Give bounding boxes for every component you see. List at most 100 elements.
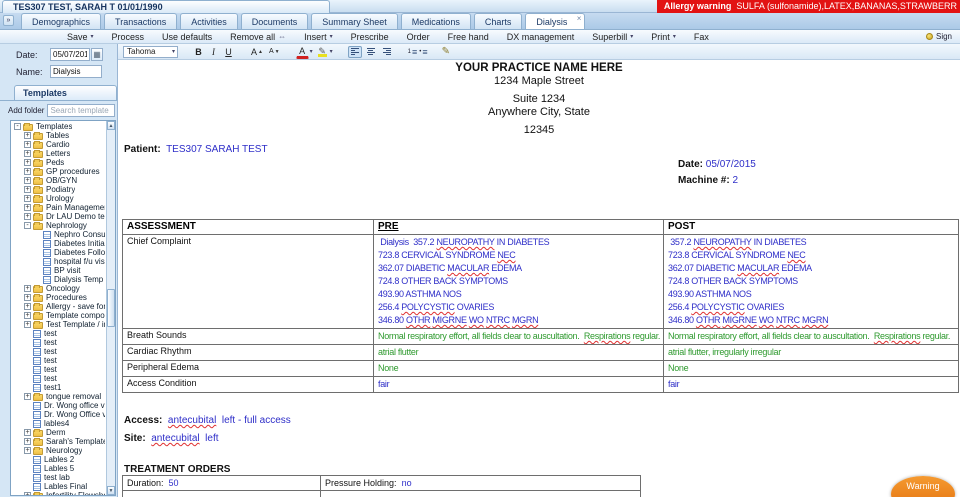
toolbar-fax-button[interactable]: Fax bbox=[685, 32, 718, 42]
tree-item-ob-gyn[interactable]: + OB/GYN bbox=[11, 176, 105, 185]
italic-button[interactable]: I bbox=[207, 45, 220, 58]
highlight-caret-icon[interactable]: ▾ bbox=[330, 48, 333, 55]
tree-item-allergy-save-for-later[interactable]: + Allergy - save for later bbox=[11, 302, 105, 311]
tree-item-bp-visit[interactable]: BP visit bbox=[11, 266, 105, 275]
tree-item-procedures[interactable]: + Procedures bbox=[11, 293, 105, 302]
pre-value-breath-sounds[interactable]: Normal respiratory effort, all fields cl… bbox=[373, 328, 664, 345]
tree-item-peds[interactable]: + Peds bbox=[11, 158, 105, 167]
font-color-button[interactable]: A bbox=[295, 45, 309, 59]
align-left-button[interactable] bbox=[347, 45, 362, 58]
tree-item-dr-wong-office-visit[interactable]: Dr. Wong office visit bbox=[11, 401, 105, 410]
tree-item-dialysis-temp-1[interactable]: Dialysis Temp 1 bbox=[11, 275, 105, 284]
template-name-input[interactable] bbox=[50, 65, 102, 78]
toolbar-save-button[interactable]: Save ▾ bbox=[58, 32, 103, 42]
expand-icon[interactable]: + bbox=[24, 447, 31, 454]
tree-item-diabetes-initial[interactable]: Diabetes Initial bbox=[11, 239, 105, 248]
expand-icon[interactable]: + bbox=[24, 438, 31, 445]
tree-item-lables-final[interactable]: Lables Final bbox=[11, 482, 105, 491]
align-center-button[interactable] bbox=[364, 46, 378, 58]
post-value-access-condition[interactable]: fair bbox=[663, 376, 959, 393]
tree-item-templates[interactable]: - Templates bbox=[11, 122, 105, 131]
expand-icon[interactable]: + bbox=[24, 204, 31, 211]
expand-icon[interactable]: + bbox=[24, 393, 31, 400]
tree-item-test[interactable]: test bbox=[11, 338, 105, 347]
expand-icon[interactable]: + bbox=[24, 141, 31, 148]
tree-item-test[interactable]: test bbox=[11, 356, 105, 365]
tree-item-test1[interactable]: test1 bbox=[11, 383, 105, 392]
grow-font-button[interactable]: A ▲ bbox=[249, 45, 265, 58]
tab-summary-sheet[interactable]: Summary Sheet bbox=[311, 13, 398, 29]
machine-value[interactable]: 2 bbox=[732, 175, 738, 186]
site-value[interactable]: antecubital left bbox=[148, 433, 218, 444]
tab-charts[interactable]: Charts bbox=[473, 13, 523, 29]
toolbar-print-button[interactable]: Print ▾ bbox=[642, 32, 685, 42]
expand-icon[interactable]: + bbox=[24, 303, 31, 310]
tree-item-urology[interactable]: + Urology bbox=[11, 194, 105, 203]
tree-item-tables[interactable]: + Tables bbox=[11, 131, 105, 140]
tree-item-nephro-consult[interactable]: Nephro Consult bbox=[11, 230, 105, 239]
tree-item-lables4[interactable]: lables4 bbox=[11, 419, 105, 428]
expand-icon[interactable]: + bbox=[24, 312, 31, 319]
toolbar-dx-management-button[interactable]: DX management bbox=[498, 32, 584, 42]
post-value-breath-sounds[interactable]: Normal respiratory effort, all fields cl… bbox=[663, 328, 959, 345]
expand-icon[interactable]: + bbox=[24, 294, 31, 301]
templates-tab[interactable]: Templates bbox=[14, 85, 117, 100]
pre-value-cardiac-rhythm[interactable]: atrial flutter bbox=[373, 344, 664, 361]
tree-item-cardio[interactable]: + Cardio bbox=[11, 140, 105, 149]
tree-scrollbar[interactable]: ▲ ▼ bbox=[106, 121, 115, 495]
add-folder-button[interactable]: Add folder bbox=[8, 106, 44, 115]
tree-item-podiatry[interactable]: + Podiatry bbox=[11, 185, 105, 194]
tree-item-derm[interactable]: + Derm bbox=[11, 428, 105, 437]
tree-item-infertility-flowsheets[interactable]: + Infertility Flowsheets bbox=[11, 491, 105, 495]
numbered-list-button[interactable]: ≡ bbox=[408, 47, 417, 57]
tab-demographics[interactable]: Demographics bbox=[21, 13, 102, 29]
underline-button[interactable]: U bbox=[222, 45, 235, 58]
expand-icon[interactable]: + bbox=[24, 492, 31, 495]
toolbar-prescribe-button[interactable]: Prescribe bbox=[342, 32, 398, 42]
tree-item-test-template-incomplete[interactable]: + Test Template / incomplete bbox=[11, 320, 105, 329]
tree-item-test[interactable]: test bbox=[11, 329, 105, 338]
doc-date-value[interactable]: 05/07/2015 bbox=[706, 159, 756, 170]
expand-icon[interactable]: + bbox=[24, 285, 31, 292]
highlight-button[interactable]: ✎ bbox=[316, 45, 329, 58]
edit-template-icon[interactable]: ✎ bbox=[442, 46, 450, 57]
patient-value[interactable]: TES307 SARAH TEST bbox=[163, 144, 268, 155]
search-template-input[interactable] bbox=[47, 104, 115, 117]
tree-item-nephrology[interactable]: - Nephrology bbox=[11, 221, 105, 230]
font-color-caret-icon[interactable]: ▾ bbox=[310, 48, 313, 55]
tree-item-diabetes-followup[interactable]: Diabetes Followup bbox=[11, 248, 105, 257]
sign-button[interactable]: Sign bbox=[925, 32, 960, 41]
post-value-cardiac-rhythm[interactable]: atrial flutter, irregularly irregular bbox=[663, 344, 959, 361]
toolbar-remove-all-button[interactable]: Remove all ⇔ bbox=[221, 32, 295, 42]
pre-value-chief-complaint[interactable]: Dialysis 357.2 NEUROPATHY IN DIABETES 723… bbox=[373, 234, 664, 329]
scrollbar-thumb[interactable] bbox=[107, 289, 115, 328]
pre-value-peripheral-edema[interactable]: None bbox=[373, 360, 664, 377]
date-input[interactable] bbox=[50, 48, 90, 61]
post-value-peripheral-edema[interactable]: None bbox=[663, 360, 959, 377]
expand-icon[interactable]: + bbox=[24, 177, 31, 184]
scroll-up-icon[interactable]: ▲ bbox=[107, 121, 115, 130]
toolbar-use-defaults-button[interactable]: Use defaults bbox=[153, 32, 221, 42]
expand-icon[interactable]: + bbox=[24, 168, 31, 175]
post-value-chief-complaint[interactable]: 357.2 NEUROPATHY IN DIABETES 723.8 CERVIC… bbox=[663, 234, 959, 329]
expand-icon[interactable]: + bbox=[24, 186, 31, 193]
access-value[interactable]: antecubital left - full access bbox=[165, 415, 291, 426]
tree-item-sarah-s-templates[interactable]: + Sarah's Templates bbox=[11, 437, 105, 446]
expand-icon[interactable]: + bbox=[24, 195, 31, 202]
expand-icon[interactable]: + bbox=[24, 132, 31, 139]
pre-value-access-condition[interactable]: fair bbox=[373, 376, 664, 393]
scroll-down-icon[interactable]: ▼ bbox=[107, 486, 115, 495]
shrink-font-button[interactable]: A ▼ bbox=[267, 45, 282, 58]
collapse-icon[interactable]: - bbox=[24, 222, 31, 229]
document-page[interactable]: YOUR PRACTICE NAME HERE 1234 Maple Stree… bbox=[118, 60, 960, 497]
tab-medications[interactable]: Medications bbox=[400, 13, 471, 29]
tree-item-test[interactable]: test bbox=[11, 365, 105, 374]
tree-item-template-components[interactable]: + Template components bbox=[11, 311, 105, 320]
tree-item-test[interactable]: test bbox=[11, 374, 105, 383]
tree-item-pain-management[interactable]: + Pain Management bbox=[11, 203, 105, 212]
bullet-list-button[interactable]: ≡ bbox=[419, 47, 427, 57]
tab-activities[interactable]: Activities bbox=[180, 13, 238, 29]
tree-item-neurology[interactable]: + Neurology bbox=[11, 446, 105, 455]
tree-item-oncology[interactable]: + Oncology bbox=[11, 284, 105, 293]
expand-icon[interactable]: + bbox=[24, 150, 31, 157]
